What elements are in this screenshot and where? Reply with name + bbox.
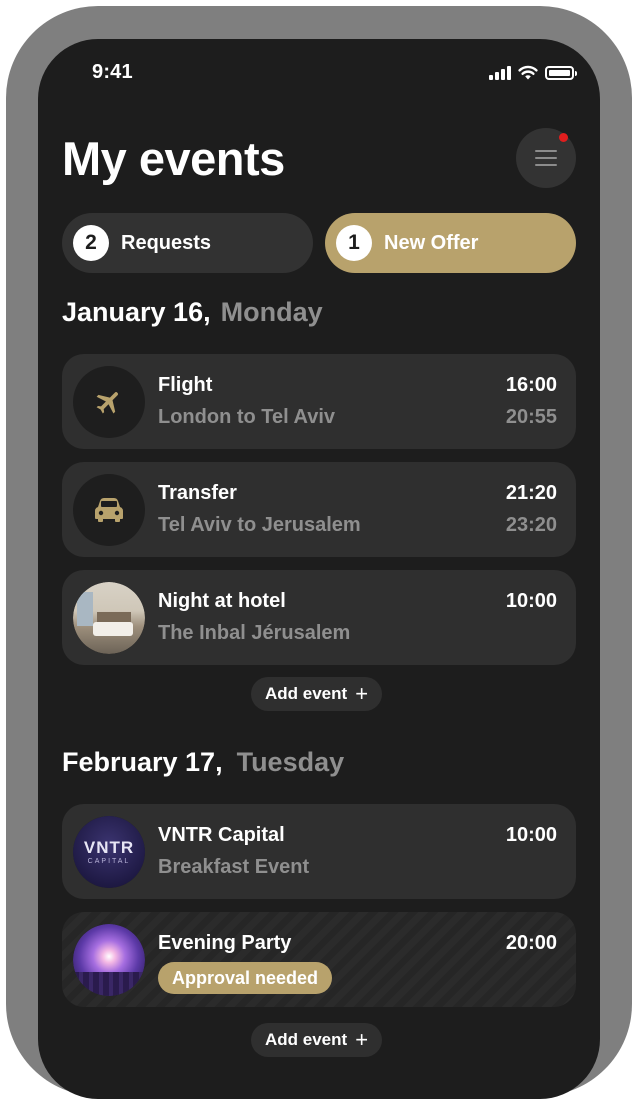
event-card-party[interactable]: Evening Party Approval needed 20:00 [62,912,576,1007]
event-end-time: 23:20 [505,514,557,536]
tab-label: Requests [121,231,212,254]
status-time: 9:41 [92,61,133,83]
event-subtitle: The Inbal Jérusalem [158,622,351,644]
weekday-label: Monday [220,297,323,327]
event-title: VNTR Capital [158,824,285,846]
wifi-icon [518,65,538,80]
event-icon-circle: VNTR CAPITAL [73,816,145,888]
cellular-signal-icon [489,65,511,80]
plus-icon: + [355,1027,369,1052]
event-subtitle: Breakfast Event [158,856,310,878]
date-label: February 17, [62,747,223,777]
add-event-label: Add event [265,684,348,703]
event-icon-circle [73,366,145,438]
event-start-time: 10:00 [505,590,557,612]
tab-count-badge: 1 [336,225,372,261]
add-event-label: Add event [265,1030,348,1049]
app-screen: 9:41 My events 2 Requests 1 New Offer Ja… [38,39,600,1099]
event-start-time: 20:00 [505,932,557,954]
tab-label: New Offer [384,231,479,254]
event-title: Flight [158,374,213,396]
event-start-time: 10:00 [505,824,557,846]
add-event-button[interactable]: Add event + [251,1023,383,1057]
event-card-flight[interactable]: Flight London to Tel Aviv 16:00 20:55 [62,354,576,449]
weekday-label: Tuesday [236,747,345,777]
car-icon [95,498,123,522]
event-title: Transfer [158,482,237,504]
approval-needed-badge: Approval needed [158,962,333,994]
hotel-room-photo [73,582,145,654]
date-label: January 16, [62,297,211,327]
event-title: Night at hotel [158,590,286,612]
page-title: My events [62,132,285,185]
tab-count-badge: 2 [73,225,109,261]
event-start-time: 16:00 [505,374,557,396]
tab-bar: 2 Requests 1 New Offer [62,213,576,273]
battery-icon [545,65,577,80]
add-event-button[interactable]: Add event + [251,677,383,711]
event-subtitle: Tel Aviv to Jerusalem [158,514,361,536]
event-title: Evening Party [158,932,292,954]
party-photo [73,924,145,996]
event-subtitle: London to Tel Aviv [158,406,336,428]
status-icons [489,65,577,80]
event-end-time: 20:55 [505,406,557,428]
event-icon-circle [73,582,145,654]
event-icon-circle [73,474,145,546]
event-card-transfer[interactable]: Transfer Tel Aviv to Jerusalem 21:20 23:… [62,462,576,557]
notification-dot [559,133,568,142]
date-heading: January 16, Monday [62,297,323,328]
menu-button[interactable] [516,128,576,188]
vntr-capital-logo: VNTR CAPITAL [73,816,145,888]
tab-requests[interactable]: 2 Requests [62,213,313,273]
menu-icon [535,150,557,166]
date-heading: February 17, Tuesday [62,747,344,778]
tab-new-offer[interactable]: 1 New Offer [325,213,576,273]
event-card-hotel[interactable]: Night at hotel The Inbal Jérusalem 10:00 [62,570,576,665]
event-card-vntr[interactable]: VNTR CAPITAL VNTR Capital Breakfast Even… [62,804,576,899]
plus-icon: + [355,681,369,706]
airplane-icon [96,392,118,414]
event-start-time: 21:20 [505,482,557,504]
event-icon-circle [73,924,145,996]
